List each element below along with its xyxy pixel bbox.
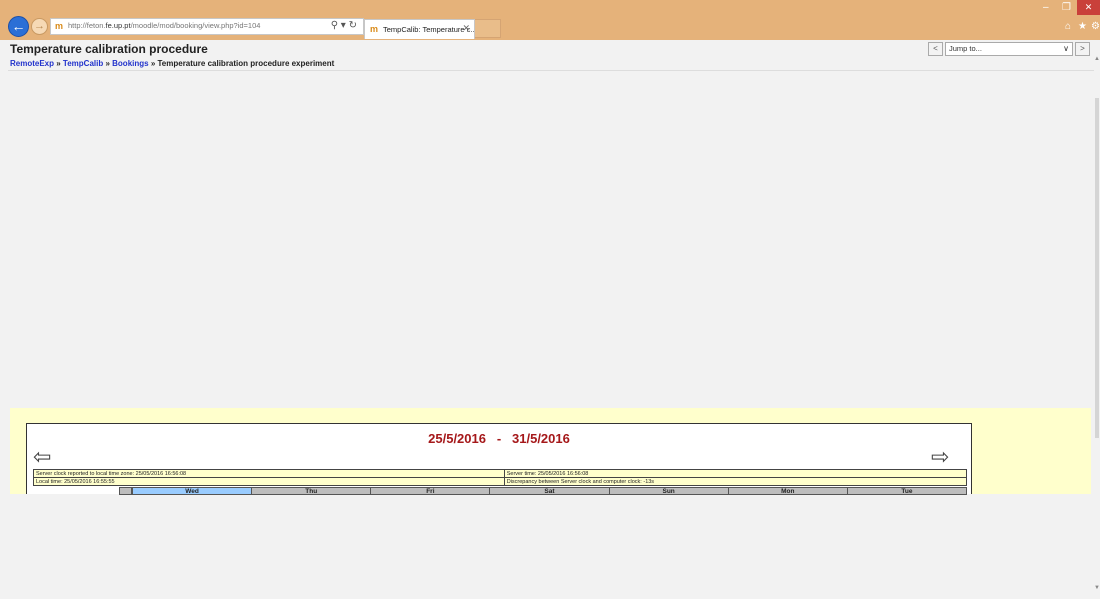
close-tab-icon[interactable]: ✕	[462, 23, 470, 34]
new-tab-button[interactable]	[475, 19, 501, 38]
page-title: Temperature calibration procedure	[10, 42, 208, 56]
arrow-right-icon: →	[34, 20, 45, 32]
day-header-tue: Tue	[847, 487, 967, 495]
url-path: /moodle/mod/booking/view.php?id=104	[130, 21, 261, 30]
scrollbar-thumb[interactable]	[1095, 98, 1099, 438]
day-header-mon: Mon	[728, 487, 848, 495]
date-end: 31/5/2016	[512, 431, 570, 446]
favorites-star-icon[interactable]: ★	[1078, 21, 1087, 32]
scroll-down-icon[interactable]: ▼	[1094, 585, 1100, 591]
window-close-button[interactable]: ✕	[1077, 0, 1100, 15]
date-start: 25/5/2016	[428, 431, 486, 446]
breadcrumb-current: Temperature calibration procedure experi…	[157, 59, 335, 68]
booking-calendar: 25/5/2016 - 31/5/2016 ⇦ ⇨ Server clock r…	[26, 423, 972, 495]
day-header-corner	[119, 487, 132, 495]
dropdown-icon[interactable]: ▾	[341, 20, 346, 31]
jump-prev-button[interactable]: <	[928, 42, 943, 56]
breadcrumb-separator: »	[54, 59, 63, 68]
address-bar[interactable]: m http://feton.fe.up.pt/moodle/mod/booki…	[50, 18, 364, 35]
server-clock-cell: Server clock reported to local time zone…	[33, 469, 505, 478]
browser-toolbar: ← → m http://feton.fe.up.pt/moodle/mod/b…	[0, 0, 1100, 40]
date-separator: -	[496, 431, 502, 446]
minimize-icon[interactable]: –	[1043, 2, 1049, 13]
back-button[interactable]: ←	[8, 16, 29, 37]
breadcrumb-separator: »	[103, 59, 113, 68]
site-favicon-icon: m	[370, 24, 379, 34]
next-week-arrow-icon[interactable]: ⇨	[931, 446, 949, 468]
chevron-down-icon: ∨	[1063, 44, 1069, 53]
url-prefix: http://feton.	[68, 21, 106, 30]
day-header-sun: Sun	[609, 487, 729, 495]
day-header-sat: Sat	[490, 487, 610, 495]
breadcrumb-link-bookings[interactable]: Bookings	[112, 59, 148, 68]
table-row: Server clock reported to local time zone…	[33, 469, 968, 478]
breadcrumb-separator: »	[148, 59, 158, 68]
refresh-icon[interactable]: ↻	[349, 20, 357, 31]
address-tools: ⚲ ▾ ↻	[331, 20, 357, 31]
tab-tempcalib[interactable]: m TempCalib: Temperature c... ✕	[364, 19, 477, 39]
previous-week-arrow-icon[interactable]: ⇦	[33, 446, 51, 468]
vertical-scrollbar[interactable]: ▲ ▼	[1094, 40, 1100, 599]
day-header-row: Wed Thu Fri Sat Sun Mon Tue	[119, 487, 967, 495]
local-time-cell: Local time: 25/05/2016 16:55:55	[33, 477, 505, 486]
restore-icon[interactable]: ❐	[1062, 2, 1071, 13]
address-url[interactable]: http://feton.fe.up.pt/moodle/mod/booking…	[68, 21, 260, 30]
clock-info-table: Server clock reported to local time zone…	[33, 469, 968, 486]
arrow-left-icon: ←	[11, 18, 26, 34]
gear-icon[interactable]: ⚙	[1091, 21, 1100, 32]
server-time-cell: Server time: 25/05/2016 16:56:08	[503, 469, 968, 478]
breadcrumb: RemoteExp » TempCalib » Bookings » Tempe…	[10, 59, 334, 68]
day-header-fri: Fri	[371, 487, 491, 495]
url-host: fe.up.pt	[105, 21, 131, 30]
jump-to-select[interactable]: Jump to... ∨	[945, 42, 1073, 56]
forward-button[interactable]: →	[31, 18, 48, 35]
site-favicon-icon: m	[55, 21, 64, 31]
close-icon: ✕	[1084, 2, 1093, 12]
jump-next-button[interactable]: >	[1075, 42, 1090, 56]
home-icon[interactable]: ⌂	[1065, 21, 1071, 32]
day-header-wed: Wed	[132, 487, 253, 495]
search-icon[interactable]: ⚲	[331, 20, 338, 31]
table-row: Local time: 25/05/2016 16:55:55 Discrepa…	[33, 477, 968, 486]
discrepancy-cell: Discrepancy between Server clock and com…	[503, 477, 968, 486]
day-header-thu: Thu	[252, 487, 372, 495]
date-range: 25/5/2016 - 31/5/2016	[27, 431, 971, 446]
scroll-up-icon[interactable]: ▲	[1094, 56, 1100, 62]
breadcrumb-link-remoteexp[interactable]: RemoteExp	[10, 59, 54, 68]
breadcrumb-link-tempcalib[interactable]: TempCalib	[63, 59, 103, 68]
jump-to-value: Jump to...	[949, 44, 982, 53]
header-divider	[8, 70, 1094, 71]
jump-navigation: < Jump to... ∨ >	[928, 42, 1092, 56]
